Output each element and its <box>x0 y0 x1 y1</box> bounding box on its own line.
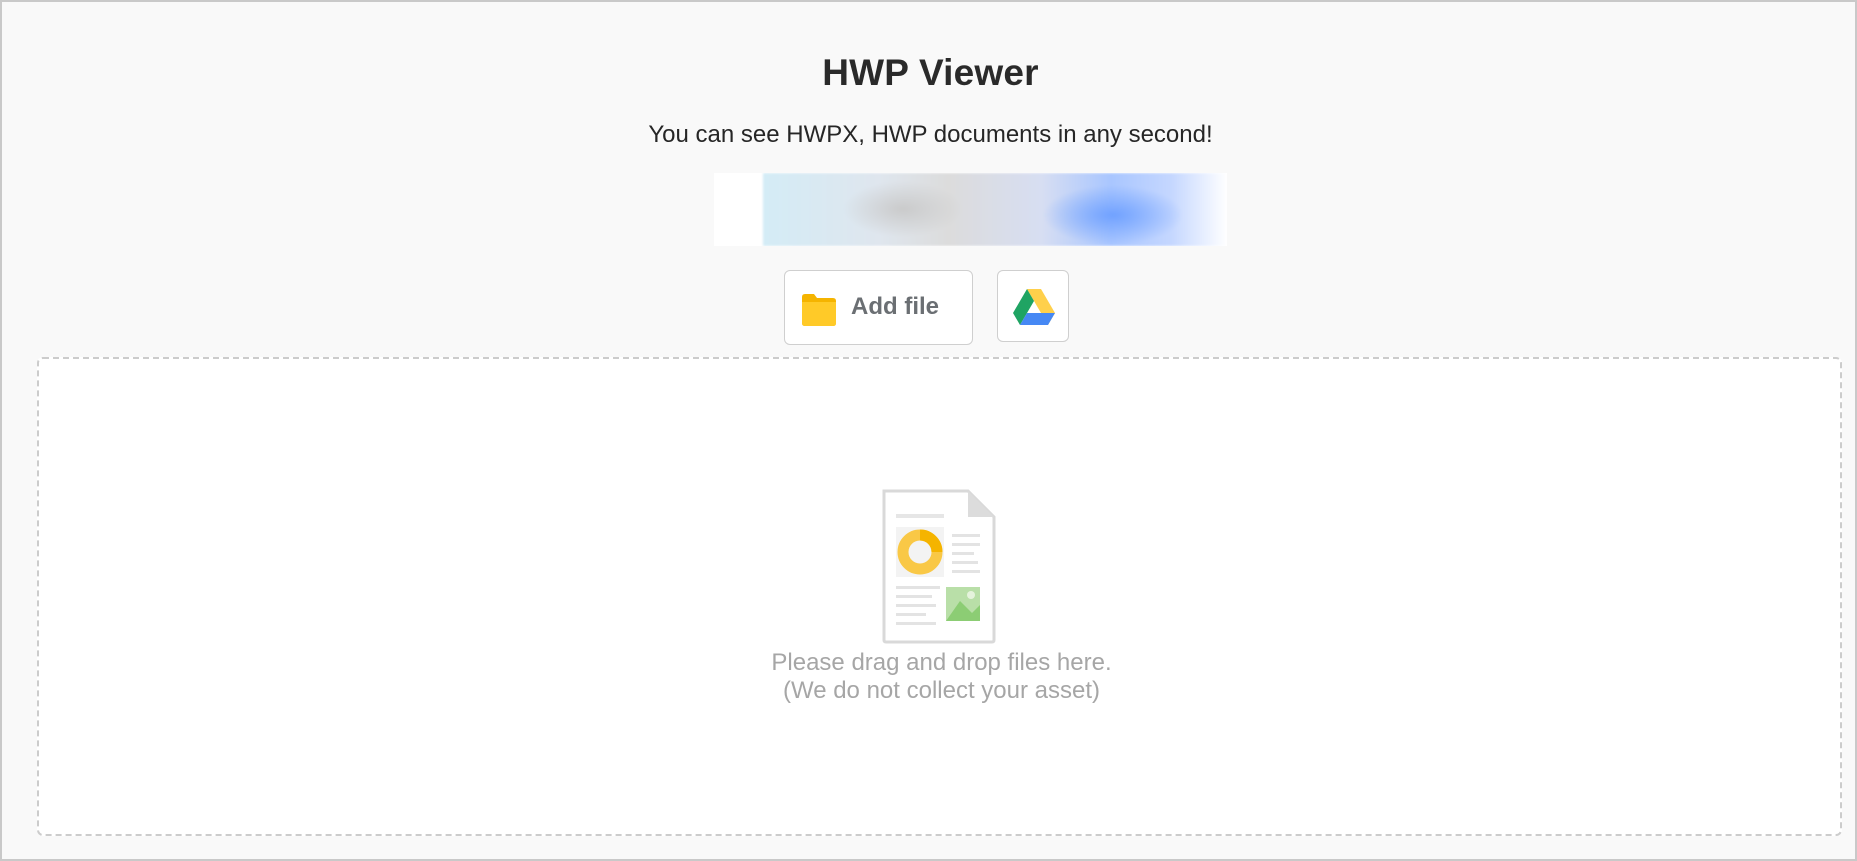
dropzone-instruction: Please drag and drop files here. <box>771 649 1112 676</box>
page-title: HWP Viewer <box>822 52 1039 93</box>
add-file-label: Add file <box>851 293 939 320</box>
google-drive-button[interactable] <box>997 270 1069 342</box>
app-window: HWP Viewer You can see HWPX, HWP documen… <box>0 0 1857 861</box>
banner-image <box>763 173 1227 246</box>
file-dropzone[interactable]: Please drag and drop files here. (We do … <box>37 357 1842 836</box>
document-icon <box>882 489 996 644</box>
dropzone-privacy-note: (We do not collect your asset) <box>782 677 1101 704</box>
google-drive-icon <box>1013 289 1055 325</box>
add-file-button[interactable]: Add file <box>784 270 973 345</box>
banner-ad[interactable] <box>714 173 1227 246</box>
folder-icon <box>802 294 836 326</box>
page-subtitle: You can see HWPX, HWP documents in any s… <box>648 121 1213 148</box>
